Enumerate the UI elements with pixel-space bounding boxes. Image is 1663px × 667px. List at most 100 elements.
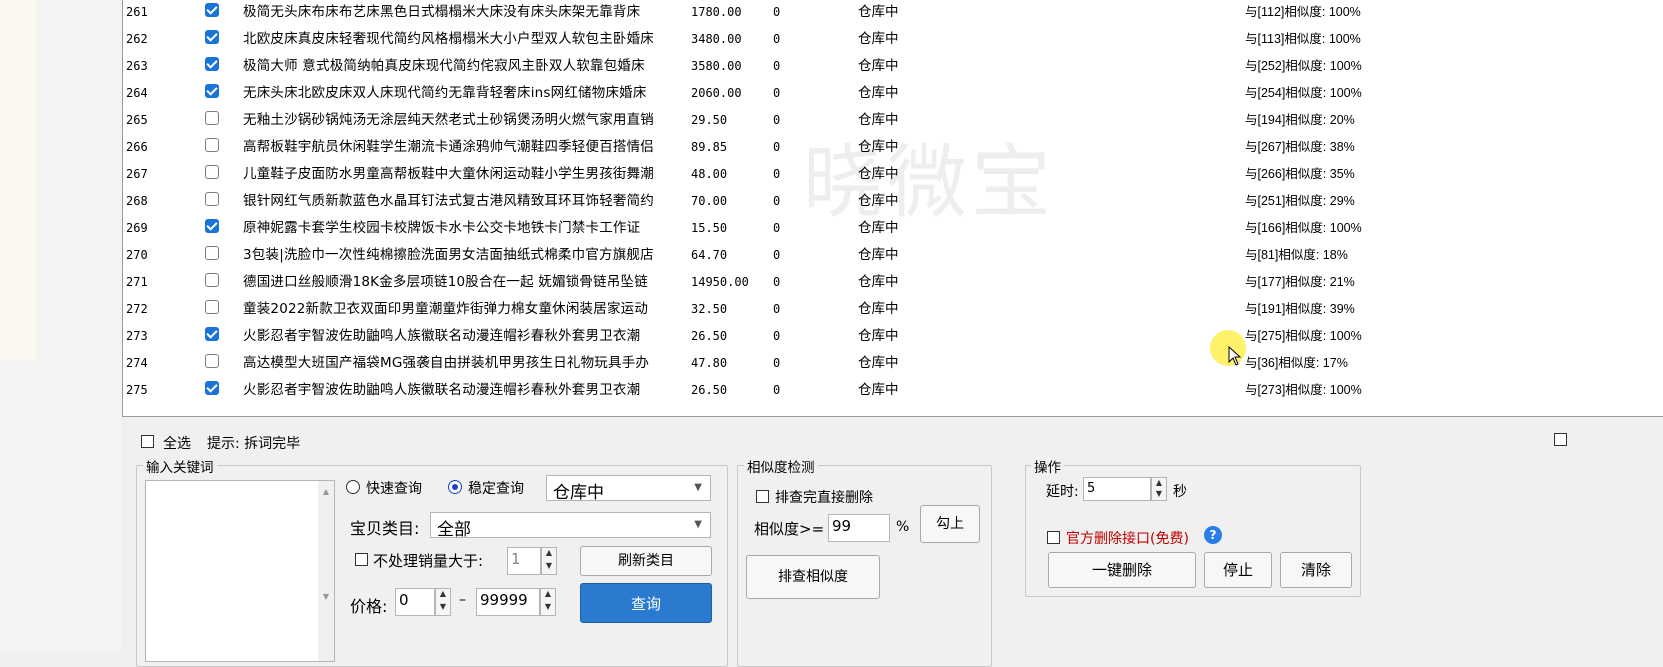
table-row[interactable]: 266 高帮板鞋宇航员休闲鞋学生潮流卡通涂鸦帅气潮鞋四季轻便百搭情侣 89.85 0 仓… bbox=[123, 133, 1663, 160]
table-row[interactable]: 271 德国进口丝般顺滑18K金多层项链10股合在一起 妩媚锁骨链吊坠链 14950… bbox=[123, 268, 1663, 295]
row-checkbox[interactable] bbox=[205, 165, 219, 179]
chevron-down-icon: ▼ bbox=[694, 482, 702, 493]
row-title: 德国进口丝般顺滑18K金多层项链10股合在一起 妩媚锁骨链吊坠链 bbox=[243, 274, 648, 290]
table-row[interactable]: 268 银针网红气质新款蓝色水晶耳钉法式复古港风精致耳环耳饰轻奢简约 70.00 0 仓… bbox=[123, 187, 1663, 214]
row-checkbox[interactable] bbox=[205, 327, 219, 341]
row-sales: 0 bbox=[773, 383, 781, 397]
fast-query-radio[interactable] bbox=[346, 480, 360, 494]
stable-query-label: 稳定查询 bbox=[468, 481, 524, 497]
threshold-input[interactable]: 99 bbox=[828, 514, 890, 542]
row-title: 3包装|洗脸巾一次性纯棉擦脸洗面男女洁面抽纸式棉柔巾官方旗舰店 bbox=[243, 247, 654, 263]
row-checkbox[interactable] bbox=[205, 30, 219, 44]
table-row[interactable]: 265 无釉土沙锅砂锅炖汤无涂层纯天然老式土砂锅煲汤明火燃气家用直销 29.50 0 仓… bbox=[123, 106, 1663, 133]
scroll-up-icon[interactable]: ▲ bbox=[318, 487, 334, 496]
row-status: 仓库中 bbox=[858, 301, 899, 317]
row-checkbox[interactable] bbox=[205, 84, 219, 98]
spin-down-icon[interactable]: ▼ bbox=[436, 602, 450, 615]
official-api-label: 官方删除接口(免费) bbox=[1066, 531, 1189, 547]
row-checkbox[interactable] bbox=[205, 3, 219, 17]
row-checkbox[interactable] bbox=[205, 219, 219, 233]
row-id: 272 bbox=[126, 302, 148, 316]
price-dash: – bbox=[459, 592, 466, 608]
row-checkbox[interactable] bbox=[205, 300, 219, 314]
mouse-pointer-icon bbox=[1228, 346, 1242, 366]
row-checkbox[interactable] bbox=[205, 354, 219, 368]
row-title: 极简大师 意式极简纳帕真皮床现代简约侘寂风主卧双人软靠包婚床 bbox=[243, 58, 645, 74]
table-row[interactable]: 264 无床头床北欧皮床双人床现代简约无靠背轻奢床ins网红储物床婚床 2060.0… bbox=[123, 79, 1663, 106]
product-list[interactable]: 晓微宝 261 极简无头床布床布艺床黑色日式榻榻米大床没有床头床架无靠背床 1780… bbox=[122, 0, 1663, 417]
row-checkbox[interactable] bbox=[205, 381, 219, 395]
price-max-spinner[interactable]: ▲ ▼ bbox=[540, 588, 556, 616]
check-button[interactable]: 勾上 bbox=[920, 505, 980, 543]
keyword-input[interactable]: ▲ ▼ bbox=[145, 480, 335, 662]
row-checkbox[interactable] bbox=[205, 111, 219, 125]
row-checkbox[interactable] bbox=[205, 192, 219, 206]
keyword-scrollbar[interactable]: ▲ ▼ bbox=[318, 481, 334, 661]
help-icon[interactable]: ? bbox=[1204, 526, 1222, 544]
row-checkbox[interactable] bbox=[205, 246, 219, 260]
refresh-category-button[interactable]: 刷新类目 bbox=[580, 546, 712, 576]
table-row[interactable]: 270 3包装|洗脸巾一次性纯棉擦脸洗面男女洁面抽纸式棉柔巾官方旗舰店 64.70 0… bbox=[123, 241, 1663, 268]
row-title: 原神妮露卡套学生校园卡校牌饭卡水卡公交卡地铁卡门禁卡工作证 bbox=[243, 220, 641, 236]
row-status: 仓库中 bbox=[858, 382, 899, 398]
right-checkbox[interactable] bbox=[1554, 433, 1567, 446]
table-row[interactable]: 272 童装2022新款卫衣双面印男童潮童炸街弹力棉女童休闲装居家运动 32.50 0… bbox=[123, 295, 1663, 322]
status-select[interactable]: 仓库中 ▼ bbox=[546, 475, 711, 503]
row-price: 14950.00 bbox=[691, 275, 749, 289]
row-checkbox[interactable] bbox=[205, 273, 219, 287]
price-min-input[interactable]: 0 bbox=[395, 588, 435, 616]
official-api-checkbox[interactable] bbox=[1047, 531, 1060, 544]
row-title: 无床头床北欧皮床双人床现代简约无靠背轻奢床ins网红储物床婚床 bbox=[243, 85, 647, 101]
row-status: 仓库中 bbox=[858, 58, 899, 74]
query-button[interactable]: 查询 bbox=[580, 583, 712, 623]
row-title: 高达模型大班国产福袋MG强袭自由拼装机甲男孩生日礼物玩具手办 bbox=[243, 355, 650, 371]
row-price: 2060.00 bbox=[691, 86, 742, 100]
row-checkbox[interactable] bbox=[205, 138, 219, 152]
spin-down-icon[interactable]: ▼ bbox=[541, 602, 555, 615]
spin-up-icon[interactable]: ▲ bbox=[436, 589, 450, 602]
delay-input[interactable]: 5 bbox=[1083, 477, 1151, 501]
row-title: 火影忍者宇智波佐助鼬鸣人族徽联名动漫连帽衫春秋外套男卫衣潮 bbox=[243, 328, 641, 344]
table-row[interactable]: 261 极简无头床布床布艺床黑色日式榻榻米大床没有床头床架无靠背床 1780.00 0… bbox=[123, 0, 1663, 25]
scan-similarity-button[interactable]: 排查相似度 bbox=[746, 555, 880, 599]
delete-after-scan-checkbox[interactable] bbox=[756, 490, 769, 503]
row-similarity: 与[81]相似度: 18% bbox=[1245, 248, 1348, 262]
price-max-input[interactable]: 99999 bbox=[476, 588, 540, 616]
spin-down-icon[interactable]: ▼ bbox=[542, 561, 556, 574]
delete-all-button[interactable]: 一键删除 bbox=[1048, 552, 1196, 588]
row-status: 仓库中 bbox=[858, 112, 899, 128]
row-status: 仓库中 bbox=[858, 220, 899, 236]
table-row[interactable]: 274 高达模型大班国产福袋MG强袭自由拼装机甲男孩生日礼物玩具手办 47.80 0 仓… bbox=[123, 349, 1663, 376]
row-similarity: 与[194]相似度: 20% bbox=[1245, 113, 1355, 127]
delay-spinner[interactable]: ▲ ▼ bbox=[1151, 477, 1167, 501]
table-row[interactable]: 269 原神妮露卡套学生校园卡校牌饭卡水卡公交卡地铁卡门禁卡工作证 15.50 0 仓库… bbox=[123, 214, 1663, 241]
price-label: 价格: bbox=[350, 597, 388, 616]
delay-value: 5 bbox=[1087, 481, 1096, 496]
select-all-checkbox[interactable] bbox=[141, 435, 154, 448]
price-min-spinner[interactable]: ▲ ▼ bbox=[435, 588, 451, 616]
table-row[interactable]: 267 儿童鞋子皮面防水男童高帮板鞋中大童休闲运动鞋小学生男孩街舞潮 48.00 0 仓… bbox=[123, 160, 1663, 187]
clear-button[interactable]: 清除 bbox=[1280, 552, 1352, 588]
stable-query-radio[interactable] bbox=[448, 480, 462, 494]
spin-up-icon[interactable]: ▲ bbox=[542, 548, 556, 561]
row-sales: 0 bbox=[773, 167, 781, 181]
spin-down-icon[interactable]: ▼ bbox=[1152, 489, 1166, 500]
row-title: 北欧皮床真皮床轻奢现代简约风格榻榻米大小户型双人软包主卧婚床 bbox=[243, 31, 654, 47]
sales-filter-input[interactable]: 1 bbox=[507, 547, 541, 575]
row-id: 275 bbox=[126, 383, 148, 397]
table-row[interactable]: 262 北欧皮床真皮床轻奢现代简约风格榻榻米大小户型双人软包主卧婚床 3480.00… bbox=[123, 25, 1663, 52]
table-row[interactable]: 275 火影忍者宇智波佐助鼬鸣人族徽联名动漫连帽衫春秋外套男卫衣潮 26.50 0 仓库… bbox=[123, 376, 1663, 403]
row-price: 26.50 bbox=[691, 329, 728, 343]
spin-up-icon[interactable]: ▲ bbox=[541, 589, 555, 602]
table-row[interactable]: 263 极简大师 意式极简纳帕真皮床现代简约侘寂风主卧双人软靠包婚床 3580.00… bbox=[123, 52, 1663, 79]
row-checkbox[interactable] bbox=[205, 57, 219, 71]
category-select[interactable]: 全部 ▼ bbox=[430, 512, 711, 540]
table-row[interactable]: 273 火影忍者宇智波佐助鼬鸣人族徽联名动漫连帽衫春秋外套男卫衣潮 26.50 0 仓库… bbox=[123, 322, 1663, 349]
stop-button[interactable]: 停止 bbox=[1204, 552, 1272, 588]
spin-up-icon[interactable]: ▲ bbox=[1152, 478, 1166, 489]
row-sales: 0 bbox=[773, 275, 781, 289]
row-sales: 0 bbox=[773, 329, 781, 343]
sales-filter-spinner[interactable]: ▲ ▼ bbox=[541, 547, 557, 575]
scroll-down-icon[interactable]: ▼ bbox=[318, 592, 334, 601]
sales-filter-checkbox[interactable] bbox=[355, 553, 368, 566]
